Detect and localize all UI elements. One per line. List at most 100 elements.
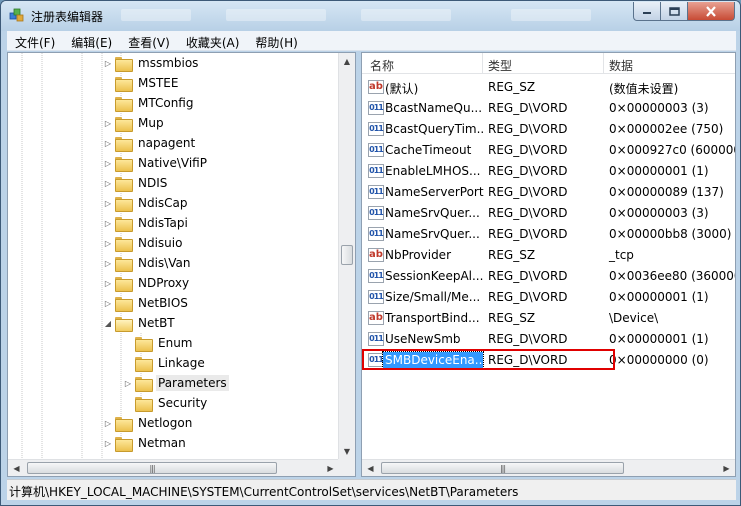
tree-item[interactable]: ▷ Ndisuio xyxy=(103,233,184,253)
tree-vertical-scrollbar[interactable]: ▲ ▼ xyxy=(338,53,355,460)
tree-item-label: Ndisuio xyxy=(138,236,183,250)
menu-view[interactable]: 查看(V) xyxy=(120,31,178,51)
value-row[interactable]: 011 EnableLMHOS... REG_D\VORD 0×00000001 (1… xyxy=(362,161,735,182)
list-horizontal-scrollbar[interactable]: ◀ ||| ▶ xyxy=(362,459,735,476)
menu-file[interactable]: 文件(F) xyxy=(7,31,63,51)
value-row[interactable]: 011 SessionKeepAl... REG_D\VORD 0×0036ee80 … xyxy=(362,266,735,287)
values-list-pane[interactable]: 名称 类型 数据 ab (默认) REG_SZ (数值未设置) 011 BcastName… xyxy=(361,52,736,477)
value-row[interactable]: 011 NameServerPort REG_D\VORD 0×00000089 (1… xyxy=(362,182,735,203)
tree-item[interactable]: Linkage xyxy=(123,353,207,373)
tree-item[interactable]: ▷ NetBIOS xyxy=(103,293,190,313)
column-data[interactable]: 数据 xyxy=(609,57,633,74)
collapsed-arrow-icon[interactable]: ▷ xyxy=(103,118,113,128)
tree-vscroll-thumb[interactable] xyxy=(341,245,353,265)
collapsed-arrow-icon[interactable]: ▷ xyxy=(103,238,113,248)
scroll-right-icon[interactable]: ▶ xyxy=(322,460,339,476)
collapsed-arrow-icon[interactable]: ▷ xyxy=(103,418,113,428)
tree-item[interactable]: ▷ mssmbios xyxy=(103,53,200,73)
folder-icon xyxy=(115,436,133,452)
value-type: REG_D\VORD xyxy=(488,185,568,199)
value-row[interactable]: ab (默认) REG_SZ (数值未设置) xyxy=(362,77,735,98)
value-type: REG_D\VORD xyxy=(488,290,568,304)
menu-favorites[interactable]: 收藏夹(A) xyxy=(178,31,248,51)
value-name: Size/Small/Me... xyxy=(385,290,481,304)
maximize-button[interactable] xyxy=(660,2,688,21)
tree-item[interactable]: ▷ NDProxy xyxy=(103,273,191,293)
tree-item-label: Security xyxy=(158,396,208,410)
value-row[interactable]: 011 CacheTimeout REG_D\VORD 0×000927c0 (600… xyxy=(362,140,735,161)
status-bar: 计算机\HKEY_LOCAL_MACHINE\SYSTEM\CurrentCon… xyxy=(7,479,736,500)
scroll-left-icon[interactable]: ◀ xyxy=(362,460,379,476)
collapsed-arrow-icon[interactable]: ▷ xyxy=(103,158,113,168)
tree-item[interactable]: MSTEE xyxy=(103,73,180,93)
value-name: CacheTimeout xyxy=(385,143,472,157)
binary-value-icon: 011 xyxy=(368,227,384,241)
value-row[interactable]: 011 NameSrvQuer... REG_D\VORD 0×00000003 (3… xyxy=(362,203,735,224)
value-row[interactable]: ab TransportBind... REG_SZ \Device\ xyxy=(362,308,735,329)
value-type: REG_D\VORD xyxy=(488,206,568,220)
tree-hscroll-thumb[interactable]: ||| xyxy=(27,462,277,474)
tree-item-label: Parameters xyxy=(156,375,229,391)
binary-value-icon: 011 xyxy=(368,143,384,157)
expanded-arrow-icon[interactable]: ◢ xyxy=(103,318,113,328)
menu-help[interactable]: 帮助(H) xyxy=(247,31,305,51)
tree-item[interactable]: Security xyxy=(123,393,209,413)
close-button[interactable] xyxy=(687,2,735,21)
scroll-right-icon[interactable]: ▶ xyxy=(718,460,735,476)
tree-item[interactable]: ▷ NdisCap xyxy=(103,193,190,213)
value-row[interactable]: ab NbProvider REG_SZ _tcp xyxy=(362,245,735,266)
tree-item[interactable]: ▷ Netman xyxy=(103,433,188,453)
folder-icon xyxy=(115,296,133,312)
tree-item[interactable]: ▷ Netlogon xyxy=(103,413,194,433)
regedit-window: 注册表编辑器 文件(F) 编辑(E) 查看(V) 收藏夹(A) 帮助(H) ▷ xyxy=(0,0,741,506)
tree-item[interactable]: ▷ Native\VifiP xyxy=(103,153,209,173)
tree-item-label: Enum xyxy=(158,336,193,350)
tree-horizontal-scrollbar[interactable]: ◀ ||| ▶ xyxy=(8,459,339,476)
column-name[interactable]: 名称 xyxy=(370,57,394,74)
collapsed-arrow-icon[interactable]: ▷ xyxy=(103,178,113,188)
collapsed-arrow-icon[interactable]: ▷ xyxy=(103,138,113,148)
window-title: 注册表编辑器 xyxy=(31,10,104,24)
column-separator[interactable] xyxy=(482,53,483,74)
tree-item-label: NdisCap xyxy=(138,196,188,210)
tree-item[interactable]: ▷ napagent xyxy=(103,133,197,153)
tree-item[interactable]: Enum xyxy=(123,333,194,353)
value-type: REG_D\VORD xyxy=(488,143,568,157)
tree-item[interactable]: MTConfig xyxy=(103,93,195,113)
string-value-icon: ab xyxy=(368,248,384,262)
tree-item[interactable]: ▷ Parameters xyxy=(123,373,229,393)
column-separator[interactable] xyxy=(603,53,604,74)
scroll-left-icon[interactable]: ◀ xyxy=(8,460,25,476)
value-row[interactable]: 011 BcastNameQu... REG_D\VORD 0×00000003 (3… xyxy=(362,98,735,119)
value-data: 0×00000089 (137) xyxy=(609,185,724,199)
menu-edit[interactable]: 编辑(E) xyxy=(63,31,120,51)
value-name: UseNewSmb xyxy=(385,332,461,346)
collapsed-arrow-icon[interactable]: ▷ xyxy=(103,218,113,228)
collapsed-arrow-icon[interactable]: ▷ xyxy=(103,278,113,288)
title-bar[interactable]: 注册表编辑器 xyxy=(1,1,740,31)
tree-item[interactable]: ▷ Mup xyxy=(103,113,166,133)
tree-item[interactable]: ▷ NdisTapi xyxy=(103,213,190,233)
tree-item-label: NDIS xyxy=(138,176,168,190)
folder-icon xyxy=(115,216,133,232)
value-row[interactable]: 011 BcastQueryTim... REG_D\VORD 0×000002ee … xyxy=(362,119,735,140)
collapsed-arrow-icon[interactable]: ▷ xyxy=(103,258,113,268)
tree-item[interactable]: ▷ Ndis\Van xyxy=(103,253,192,273)
list-hscroll-thumb[interactable]: ||| xyxy=(381,462,624,474)
value-row[interactable]: 011 Size/Small/Me... REG_D\VORD 0×00000001 … xyxy=(362,287,735,308)
tree-item[interactable]: ◢ NetBT xyxy=(103,313,177,333)
minimize-button[interactable] xyxy=(633,2,661,21)
value-row[interactable]: 011 UseNewSmb REG_D\VORD 0×00000001 (1) xyxy=(362,329,735,350)
collapsed-arrow-icon[interactable]: ▷ xyxy=(103,58,113,68)
collapsed-arrow-icon[interactable]: ▷ xyxy=(103,298,113,308)
collapsed-arrow-icon[interactable]: ▷ xyxy=(103,198,113,208)
scroll-down-icon[interactable]: ▼ xyxy=(339,443,355,460)
column-type[interactable]: 类型 xyxy=(488,57,512,74)
collapsed-arrow-icon[interactable]: ▷ xyxy=(123,378,133,388)
collapsed-arrow-icon[interactable]: ▷ xyxy=(103,438,113,448)
value-type: REG_D\VORD xyxy=(488,227,568,241)
tree-item[interactable]: ▷ NDIS xyxy=(103,173,169,193)
key-tree-pane[interactable]: ▷ mssmbios MSTEE MTConfig ▷ Mup ▷ napagent ▷ Nati… xyxy=(7,52,356,477)
scroll-up-icon[interactable]: ▲ xyxy=(339,53,355,70)
value-row[interactable]: 011 NameSrvQuer... REG_D\VORD 0×00000bb8 (3… xyxy=(362,224,735,245)
